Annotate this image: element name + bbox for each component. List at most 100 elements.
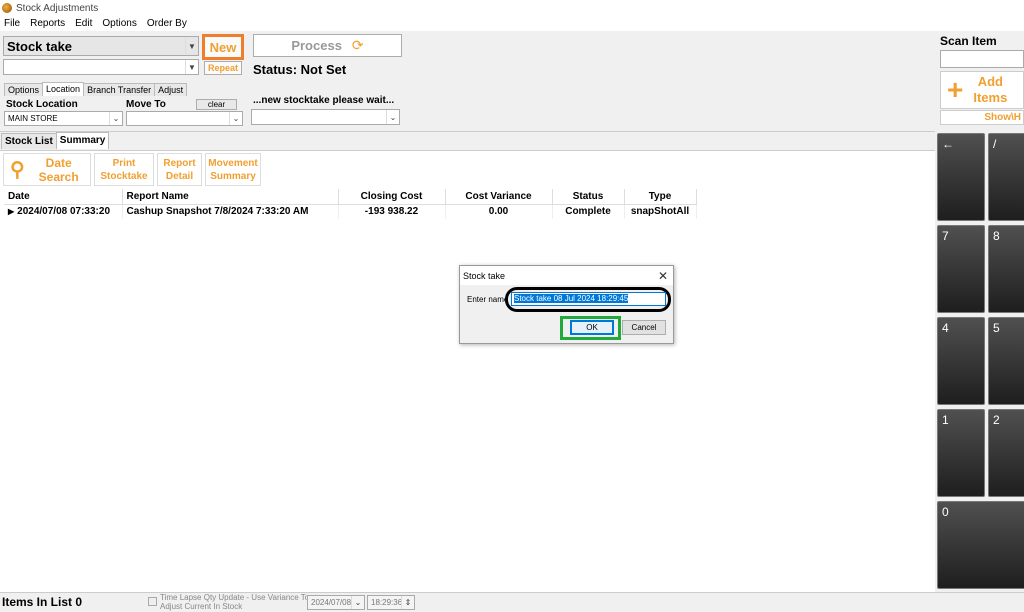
cancel-button[interactable]: Cancel xyxy=(622,320,666,335)
chevron-down-icon: ⌄ xyxy=(109,112,122,125)
ok-button-label: OK xyxy=(586,323,598,332)
col-status[interactable]: Status xyxy=(552,189,625,205)
key-backspace[interactable]: ← xyxy=(937,133,985,221)
dialog-title-bar: Stock take ✕ xyxy=(460,266,673,285)
time-lapse-label-line1: Time Lapse Qty Update - Use Variance To xyxy=(160,593,310,602)
menu-reports[interactable]: Reports xyxy=(30,18,65,29)
menu-options[interactable]: Options xyxy=(102,18,136,29)
col-date[interactable]: Date xyxy=(4,189,123,205)
row-pointer-icon: ▶ xyxy=(8,207,15,217)
process-button-label: Process xyxy=(291,38,342,53)
chevron-down-icon: ▼ xyxy=(185,60,198,74)
row-type: snapShotAll xyxy=(624,204,697,219)
key-0[interactable]: 0 xyxy=(937,501,1024,589)
col-report-name[interactable]: Report Name xyxy=(122,189,339,205)
date-picker[interactable]: 2024/07/08 ⌄ xyxy=(307,595,365,610)
tab-adjust[interactable]: Adjust xyxy=(154,83,188,96)
tab-location[interactable]: Location xyxy=(42,82,85,96)
time-picker[interactable]: 18:29:36 ⇕ xyxy=(367,595,415,610)
row-date: 2024/07/08 07:33:20 xyxy=(17,206,111,218)
search-icon: ⚲ xyxy=(10,158,25,181)
summary-panel: ⚲ Date Search Print Stocktake Report Det… xyxy=(0,150,935,592)
tab-stock-list[interactable]: Stock List xyxy=(1,133,57,149)
show-hide-label: Show\H xyxy=(984,112,1021,123)
scan-item-title: Scan Item xyxy=(940,34,997,48)
spin-icon: ⇕ xyxy=(401,596,414,609)
plus-icon: + xyxy=(947,74,964,105)
date-search-label-line1: Date xyxy=(45,155,72,170)
title-bar: Stock Adjustments xyxy=(0,0,1024,16)
key-7[interactable]: 7 xyxy=(937,225,985,313)
dialog-name-label: Enter name xyxy=(467,295,509,304)
print-stocktake-label-line2: Stocktake xyxy=(100,170,148,182)
date-picker-value: 2024/07/08 xyxy=(311,598,351,607)
add-items-label-line2: Items xyxy=(973,90,1008,105)
show-hide-button[interactable]: Show\H xyxy=(940,110,1024,125)
dialog-title: Stock take xyxy=(463,270,506,281)
date-search-button[interactable]: ⚲ Date Search xyxy=(3,153,91,186)
close-icon[interactable]: ✕ xyxy=(653,269,673,283)
time-lapse-checkbox[interactable] xyxy=(148,597,157,606)
time-picker-value: 18:29:36 xyxy=(371,598,401,607)
print-stocktake-label-line1: Print xyxy=(112,157,136,169)
report-detail-button[interactable]: Report Detail xyxy=(157,153,202,186)
scan-item-input[interactable] xyxy=(940,50,1024,68)
name-input-value: Stock take 08 Jul 2024 18:29:45 xyxy=(514,294,629,303)
tab-branch-transfer[interactable]: Branch Transfer xyxy=(83,83,156,96)
tab-summary[interactable]: Summary xyxy=(55,132,110,149)
key-1[interactable]: 1 xyxy=(937,409,985,497)
time-lapse-label: Time Lapse Qty Update - Use Variance To … xyxy=(160,593,309,611)
add-items-label-line1: Add xyxy=(977,74,1003,89)
key-5[interactable]: 5 xyxy=(988,317,1024,405)
window-title: Stock Adjustments xyxy=(16,2,99,14)
menu-bar: File Reports Edit Options Order By xyxy=(0,16,1024,31)
col-type[interactable]: Type xyxy=(624,189,697,205)
key-4[interactable]: 4 xyxy=(937,317,985,405)
menu-edit[interactable]: Edit xyxy=(75,18,92,29)
chevron-down-icon: ⌄ xyxy=(229,112,242,125)
app-icon xyxy=(2,3,12,13)
status-text: Status: Not Set xyxy=(253,62,347,77)
key-8[interactable]: 8 xyxy=(988,225,1024,313)
top-panel: Stock take ▼ ▼ New Repeat Process ⟳ Stat… xyxy=(0,31,935,131)
menu-file[interactable]: File xyxy=(4,18,20,29)
stock-location-select[interactable]: MAIN STORE ⌄ xyxy=(4,111,123,126)
sub-select[interactable]: ▼ xyxy=(3,59,199,75)
col-cost-variance[interactable]: Cost Variance xyxy=(445,189,553,205)
new-button-label: New xyxy=(209,39,237,55)
table-row[interactable]: ▶ 2024/07/08 07:33:20 Cashup Snapshot 7/8… xyxy=(4,204,697,219)
chevron-down-icon: ▼ xyxy=(185,37,198,55)
stock-location-label: Stock Location xyxy=(6,99,78,110)
name-input[interactable]: Stock take 08 Jul 2024 18:29:45 xyxy=(511,292,666,306)
mode-select[interactable]: Stock take ▼ xyxy=(3,36,199,56)
tab-options[interactable]: Options xyxy=(4,83,44,96)
process-button[interactable]: Process ⟳ xyxy=(253,34,402,57)
key-slash[interactable]: / xyxy=(988,133,1024,221)
col-closing-cost[interactable]: Closing Cost xyxy=(338,189,446,205)
move-to-select[interactable]: ⌄ xyxy=(126,111,243,126)
wait-select[interactable]: ⌄ xyxy=(251,109,400,125)
chevron-down-icon: ⌄ xyxy=(386,110,399,124)
wait-message: ...new stocktake please wait... xyxy=(253,95,395,106)
scan-panel: Scan Item + Add Items Show\H xyxy=(935,31,1024,131)
new-button[interactable]: New xyxy=(202,34,244,60)
add-items-button[interactable]: + Add Items xyxy=(940,71,1024,109)
report-detail-label-line2: Detail xyxy=(165,170,194,182)
print-stocktake-button[interactable]: Print Stocktake xyxy=(94,153,154,186)
move-to-label: Move To xyxy=(126,99,166,110)
row-cost-variance: 0.00 xyxy=(445,204,553,219)
key-2[interactable]: 2 xyxy=(988,409,1024,497)
keypad: ← / 7 8 4 5 1 2 0 xyxy=(935,131,1024,592)
mode-select-value: Stock take xyxy=(7,38,73,54)
repeat-button[interactable]: Repeat xyxy=(204,61,242,75)
movement-summary-button[interactable]: Movement Summary xyxy=(205,153,261,186)
items-in-list: Items In List 0 xyxy=(2,595,83,609)
clear-button-label: clear xyxy=(207,100,226,109)
clear-button[interactable]: clear xyxy=(196,99,237,110)
ok-button[interactable]: OK xyxy=(570,320,614,335)
row-closing-cost: -193 938.22 xyxy=(338,204,446,219)
refresh-icon: ⟳ xyxy=(351,37,364,53)
cancel-button-label: Cancel xyxy=(631,323,657,332)
row-date-cell: ▶ 2024/07/08 07:33:20 xyxy=(4,204,123,219)
menu-order-by[interactable]: Order By xyxy=(147,18,187,29)
